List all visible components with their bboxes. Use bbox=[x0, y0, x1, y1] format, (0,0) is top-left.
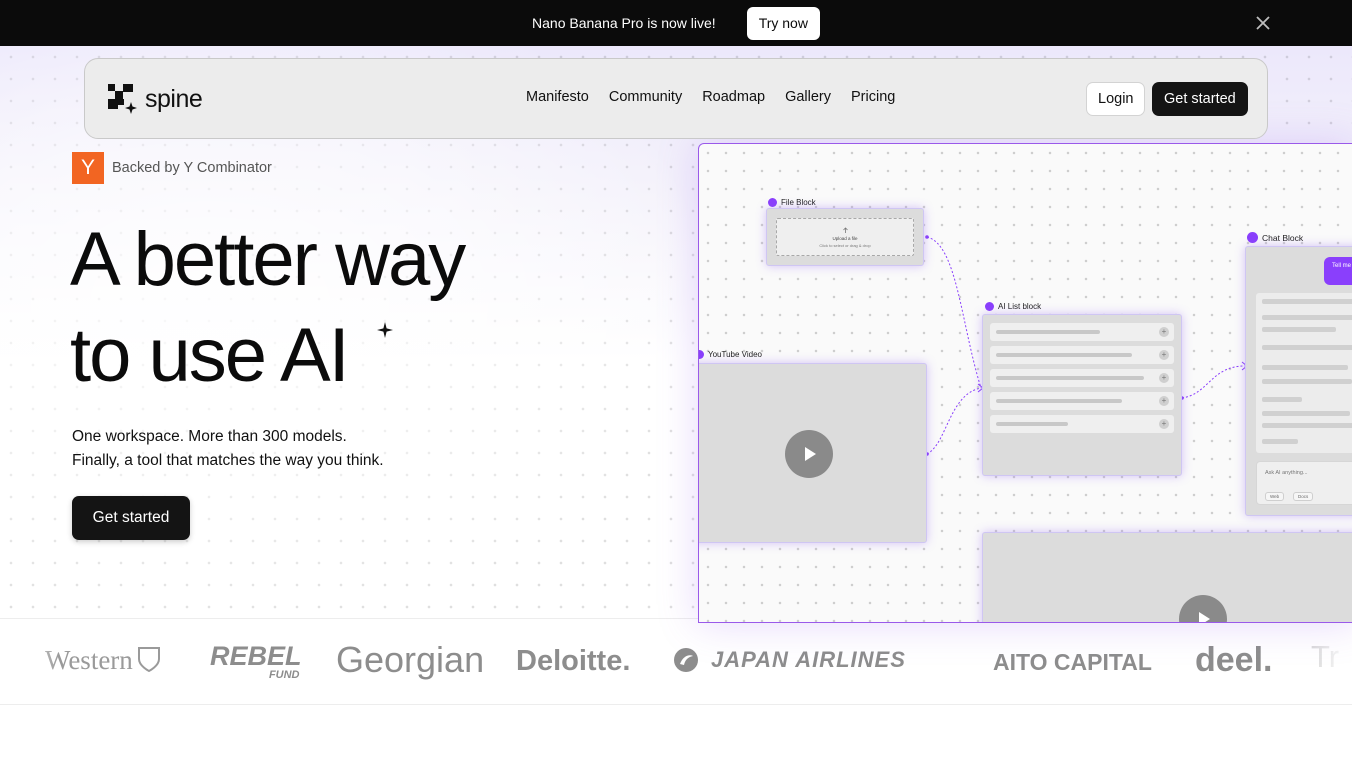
yc-badge-text: Backed by Y Combinator bbox=[112, 160, 272, 176]
chat-response bbox=[1256, 293, 1352, 453]
headline-line-2: to use AI bbox=[70, 313, 350, 398]
spine-logo-icon bbox=[108, 84, 137, 114]
list-item: + bbox=[990, 323, 1174, 341]
upload-hint: Click to select or drag & drop bbox=[819, 242, 871, 248]
announcement-bar: Nano Banana Pro is now live! Try now bbox=[0, 0, 1352, 46]
hero-subtitle: One workspace. More than 300 models. Fin… bbox=[72, 425, 384, 473]
logo-deloitte: Deloitte. bbox=[516, 645, 631, 677]
chat-block-icon bbox=[1247, 232, 1258, 243]
nav-link-roadmap[interactable]: Roadmap bbox=[702, 89, 765, 105]
play-button-secondary[interactable] bbox=[1179, 595, 1227, 622]
hero-get-started-button[interactable]: Get started bbox=[72, 496, 190, 540]
chat-user-bubble: Tell me conditi bbox=[1324, 257, 1352, 285]
play-icon bbox=[1199, 612, 1210, 622]
headline-line-1: A better way bbox=[70, 217, 466, 302]
yc-badge: Y Backed by Y Combinator bbox=[72, 152, 272, 184]
chat-block-label: Chat Block bbox=[1247, 232, 1303, 243]
partner-logos: Western REBEL FUND Georgian Deloitte. JA… bbox=[0, 618, 1352, 705]
logo-western: Western bbox=[45, 645, 161, 676]
play-icon bbox=[805, 447, 816, 461]
nav-links: Manifesto Community Roadmap Gallery Pric… bbox=[526, 89, 895, 105]
logo-deel: deel. bbox=[1195, 641, 1273, 679]
login-button[interactable]: Login bbox=[1086, 82, 1146, 116]
logo-aito-capital: AITO CAPITAL bbox=[993, 649, 1152, 675]
plus-icon[interactable]: + bbox=[1159, 327, 1169, 337]
plus-icon[interactable]: + bbox=[1159, 350, 1169, 360]
hero-headline: A better way to use AI bbox=[70, 212, 466, 404]
announcement-text: Nano Banana Pro is now live! bbox=[532, 15, 716, 31]
file-block[interactable]: Upload a file Click to select or drag & … bbox=[766, 208, 924, 266]
nav-get-started-button[interactable]: Get started bbox=[1152, 82, 1248, 116]
nav-link-manifesto[interactable]: Manifesto bbox=[526, 89, 589, 105]
plus-icon[interactable]: + bbox=[1159, 373, 1169, 383]
list-item: + bbox=[990, 346, 1174, 364]
brand-logo[interactable]: spine bbox=[108, 84, 203, 114]
file-block-label: File Block bbox=[768, 198, 816, 207]
chat-block-title: Chat Block bbox=[1262, 232, 1304, 243]
western-crest-icon bbox=[138, 647, 161, 673]
jal-crane-icon bbox=[674, 648, 698, 672]
logos-fade-left bbox=[0, 619, 60, 704]
close-icon[interactable] bbox=[1254, 14, 1272, 32]
logos-fade-right bbox=[1292, 619, 1352, 704]
youtube-block[interactable] bbox=[699, 363, 927, 543]
plus-icon[interactable]: + bbox=[1159, 396, 1169, 406]
youtube-block-label: YouTube Video bbox=[699, 350, 762, 359]
nav-link-community[interactable]: Community bbox=[609, 89, 682, 105]
logo-japan-airlines: JAPAN AIRLINES bbox=[673, 647, 906, 673]
ai-list-block-title: AI List block bbox=[998, 302, 1042, 311]
play-button[interactable] bbox=[785, 430, 833, 478]
upload-icon bbox=[842, 226, 848, 233]
logo-rebel-fund: REBEL FUND bbox=[210, 641, 302, 682]
subtitle-line-2: Finally, a tool that matches the way you… bbox=[72, 452, 384, 469]
file-block-title: File Block bbox=[781, 198, 816, 207]
chip-web[interactable]: Web bbox=[1265, 492, 1285, 501]
ai-list-block-icon bbox=[985, 302, 994, 311]
ai-list-block-label: AI List block bbox=[985, 302, 1041, 311]
workspace-canvas-preview: File Block Upload a file Click to select… bbox=[698, 143, 1352, 623]
video-block-secondary[interactable] bbox=[982, 532, 1352, 622]
list-item: + bbox=[990, 369, 1174, 387]
yc-logo: Y bbox=[72, 152, 104, 184]
youtube-block-icon bbox=[699, 350, 704, 359]
nav-link-pricing[interactable]: Pricing bbox=[851, 89, 895, 105]
try-now-button[interactable]: Try now bbox=[746, 6, 820, 40]
plus-icon[interactable]: + bbox=[1159, 419, 1169, 429]
youtube-block-title: YouTube Video bbox=[708, 350, 762, 359]
nav-link-gallery[interactable]: Gallery bbox=[785, 89, 831, 105]
logo-georgian: Georgian bbox=[336, 639, 485, 680]
list-item: + bbox=[990, 415, 1174, 433]
brand-name: spine bbox=[145, 84, 203, 113]
sparkle-icon bbox=[377, 322, 393, 338]
file-block-icon bbox=[768, 198, 777, 207]
main-nav: spine Manifesto Community Roadmap Galler… bbox=[84, 58, 1268, 139]
chat-placeholder: Ask AI anything... bbox=[1265, 470, 1308, 476]
file-dropzone[interactable]: Upload a file Click to select or drag & … bbox=[776, 218, 914, 256]
list-item: + bbox=[990, 392, 1174, 410]
chat-input[interactable]: Ask AI anything... Web Docs bbox=[1256, 461, 1352, 505]
ai-list-block[interactable]: + + + + + bbox=[982, 314, 1182, 476]
chat-block[interactable]: Tell me conditi Ask AI anything... Web D… bbox=[1245, 246, 1352, 516]
subtitle-line-1: One workspace. More than 300 models. bbox=[72, 428, 347, 445]
chip-docs[interactable]: Docs bbox=[1293, 492, 1314, 501]
upload-title: Upload a file bbox=[832, 235, 858, 241]
